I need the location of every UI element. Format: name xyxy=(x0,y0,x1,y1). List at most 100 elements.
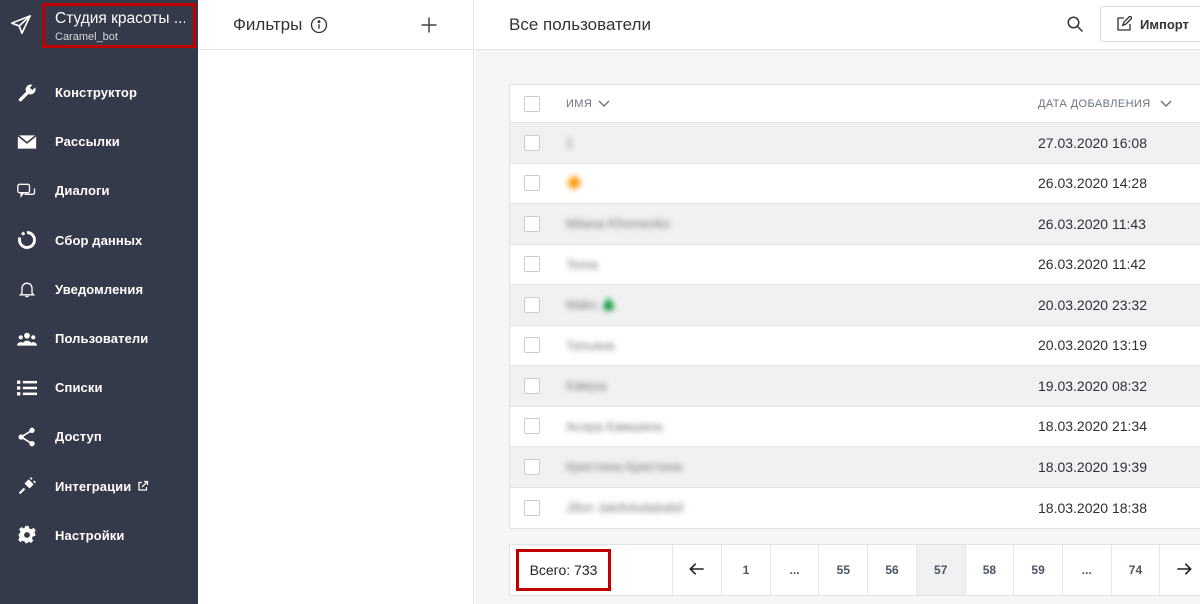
table-row[interactable]: Татьяна 20.03.2020 13:19 xyxy=(510,326,1200,366)
row-checkbox[interactable] xyxy=(524,296,540,313)
wrench-icon xyxy=(17,83,37,103)
filters-panel: Фильтры xyxy=(198,0,474,604)
main-header: Все пользователи Импорт xyxy=(475,0,1200,50)
paper-plane-icon[interactable] xyxy=(0,0,42,50)
arrow-right-icon xyxy=(1176,562,1192,579)
row-checkbox[interactable] xyxy=(524,175,540,192)
page-ellipsis: ... xyxy=(769,545,819,595)
sidebar-item-users[interactable]: Пользователи xyxy=(0,314,198,363)
date-added: 18.03.2020 18:38 xyxy=(1038,499,1147,516)
info-icon[interactable] xyxy=(310,16,328,34)
add-filter-button[interactable] xyxy=(417,13,441,37)
date-added: 18.03.2020 21:34 xyxy=(1038,418,1147,435)
table-row[interactable]: Milana Khomenko 26.03.2020 11:43 xyxy=(510,204,1200,245)
arrow-left-icon xyxy=(689,562,705,579)
sidebar-item-label: Интеграции xyxy=(55,478,132,494)
sidebar-item-label: Уведомления xyxy=(55,281,144,297)
date-added: 19.03.2020 08:32 xyxy=(1038,377,1147,394)
select-all-checkbox[interactable] xyxy=(524,95,540,112)
external-link-icon xyxy=(137,480,149,492)
user-name: Jifon Jakifolodababil xyxy=(566,500,684,516)
plug-icon xyxy=(17,476,37,496)
import-button[interactable]: Импорт xyxy=(1100,6,1200,42)
table-row[interactable]: Асора Камшина 18.03.2020 21:34 xyxy=(510,407,1200,447)
table-row[interactable]: Кристина Кристина 18.03.2020 19:39 xyxy=(510,447,1200,488)
edit-icon xyxy=(1116,16,1132,32)
page-button[interactable]: 59 xyxy=(1013,545,1062,595)
sidebar-item-settings[interactable]: Настройки xyxy=(0,511,198,560)
user-name: 🔶 xyxy=(566,175,583,191)
sidebar-item-data-collection[interactable]: Сбор данных xyxy=(0,216,198,265)
table-row[interactable]: Камуш 19.03.2020 08:32 xyxy=(510,366,1200,407)
sidebar: Студия красоты ... Caramel_bot Конструкт… xyxy=(0,0,198,604)
users-table: ИМЯ ДАТА ДОБАВЛЕНИЯ 1 27.03.2020 16:08 🔶… xyxy=(509,84,1200,529)
brand: Студия красоты ... Caramel_bot xyxy=(0,0,198,50)
page-button[interactable]: 56 xyxy=(867,545,916,595)
prev-page-button[interactable] xyxy=(672,545,721,595)
chevron-down-icon xyxy=(598,100,610,108)
page-button-active[interactable]: 57 xyxy=(915,545,965,595)
filters-title: Фильтры xyxy=(233,14,303,34)
user-name: Камуш xyxy=(566,378,607,394)
sidebar-item-integrations[interactable]: Интеграции xyxy=(0,462,198,511)
table-row[interactable]: Toma 26.03.2020 11:42 xyxy=(510,245,1200,285)
next-page-button[interactable] xyxy=(1159,545,1200,595)
users-icon xyxy=(17,329,37,349)
table-row[interactable]: 🔶 26.03.2020 14:28 xyxy=(510,164,1200,204)
row-checkbox[interactable] xyxy=(524,377,540,394)
bot-username: Caramel_bot xyxy=(55,31,118,43)
table-row[interactable]: 1 27.03.2020 16:08 xyxy=(510,123,1200,164)
row-checkbox[interactable] xyxy=(524,134,540,151)
gear-icon xyxy=(17,525,37,545)
sidebar-item-notifications[interactable]: Уведомления xyxy=(0,265,198,314)
sidebar-item-label: Списки xyxy=(55,380,103,396)
user-name: Татьяна xyxy=(566,337,615,353)
column-header-name-label: ИМЯ xyxy=(566,97,593,110)
column-header-date[interactable]: ДАТА ДОБАВЛЕНИЯ xyxy=(1038,98,1172,110)
user-name: 1 xyxy=(566,135,574,151)
page-button[interactable]: 58 xyxy=(964,545,1014,595)
date-added: 27.03.2020 16:08 xyxy=(1038,134,1147,151)
sidebar-nav: Конструктор Рассылки Диалоги Сбор данных… xyxy=(0,68,198,560)
total-count-label: Всего: 733 xyxy=(516,549,611,591)
import-button-label: Импорт xyxy=(1140,16,1189,32)
sidebar-item-label: Рассылки xyxy=(55,134,120,150)
sidebar-item-label: Пользователи xyxy=(55,331,149,347)
sidebar-item-label: Доступ xyxy=(55,429,102,445)
column-header-name[interactable]: ИМЯ xyxy=(566,98,1038,110)
search-icon[interactable] xyxy=(1064,13,1086,35)
chat-icon xyxy=(17,181,37,201)
row-checkbox[interactable] xyxy=(524,215,540,232)
page-button[interactable]: 55 xyxy=(818,545,867,595)
user-name: Toma xyxy=(566,256,598,272)
row-checkbox[interactable] xyxy=(524,458,540,475)
ring-chart-icon xyxy=(17,230,37,250)
chevron-down-icon xyxy=(1160,100,1172,108)
sidebar-item-constructor[interactable]: Конструктор xyxy=(0,68,198,117)
date-added: 20.03.2020 13:19 xyxy=(1038,337,1147,354)
table-header: ИМЯ ДАТА ДОБАВЛЕНИЯ xyxy=(510,85,1200,123)
table-row[interactable]: Jifon Jakifolodababil 18.03.2020 18:38 xyxy=(510,488,1200,529)
bot-selector[interactable]: Студия красоты ... Caramel_bot xyxy=(42,3,196,48)
table-row[interactable]: Maks 🌲 20.03.2020 23:32 xyxy=(510,285,1200,326)
total-count: Всего: 733 xyxy=(510,545,672,595)
page-button[interactable]: 1 xyxy=(721,545,770,595)
pagination: Всего: 733 1 ... 55 56 57 58 59 ... 74 xyxy=(509,544,1200,596)
share-icon xyxy=(17,427,37,447)
sidebar-item-label: Настройки xyxy=(55,527,125,543)
page-button[interactable]: 74 xyxy=(1110,545,1160,595)
sidebar-item-lists[interactable]: Списки xyxy=(0,363,198,412)
row-checkbox[interactable] xyxy=(524,499,540,516)
bell-icon xyxy=(17,279,37,299)
user-name: Асора Камшина xyxy=(566,418,663,434)
users-main: Все пользователи Импорт ИМЯ ДАТА ДОБАВЛЕ… xyxy=(475,0,1200,604)
row-checkbox[interactable] xyxy=(524,256,540,273)
date-added: 20.03.2020 23:32 xyxy=(1038,296,1147,313)
row-checkbox[interactable] xyxy=(524,337,540,354)
user-name: Milana Khomenko xyxy=(566,216,671,232)
sidebar-item-access[interactable]: Доступ xyxy=(0,412,198,461)
sidebar-item-mailings[interactable]: Рассылки xyxy=(0,117,198,166)
sidebar-item-dialogs[interactable]: Диалоги xyxy=(0,166,198,215)
page-title: Все пользователи xyxy=(509,14,651,34)
row-checkbox[interactable] xyxy=(524,418,540,435)
